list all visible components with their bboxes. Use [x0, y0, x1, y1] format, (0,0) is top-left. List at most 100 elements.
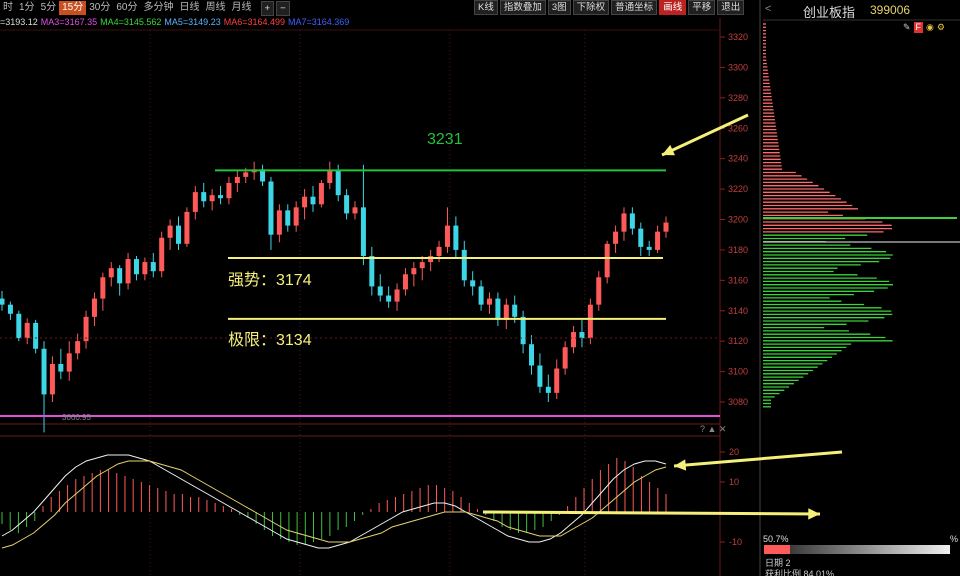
candle-body	[218, 195, 224, 199]
zoom-in-button[interactable]: +	[260, 0, 275, 16]
candle-body	[495, 298, 501, 320]
tf-week[interactable]: 周线	[203, 1, 229, 15]
three-chart-button[interactable]: 3图	[547, 0, 571, 15]
ma3-value: MA3=3167.35	[40, 17, 98, 27]
candle-body	[276, 210, 282, 235]
candle-body	[285, 210, 291, 226]
candle-body	[58, 363, 64, 372]
candle-body	[444, 225, 450, 247]
candle-body	[310, 196, 316, 205]
price-tick-label: 3220	[728, 184, 748, 194]
tf-1min[interactable]: 1分	[16, 1, 38, 15]
candle-body	[133, 259, 139, 275]
pan-button[interactable]: 平移	[688, 0, 716, 15]
price-tick-label: 3300	[728, 62, 748, 72]
tf-multi-min[interactable]: 多分钟	[141, 1, 177, 15]
index-overlay-button[interactable]: 指数叠加	[499, 0, 546, 15]
candle-body	[419, 262, 425, 269]
pencil-icon[interactable]: ✎	[903, 22, 911, 33]
candle-body	[176, 225, 182, 244]
side-panel-header: < 创业板指 399006	[763, 0, 960, 20]
tf-day[interactable]: 日线	[177, 1, 203, 15]
profit-bar	[764, 545, 790, 554]
macd-zero-arrow-head	[808, 508, 820, 520]
macd-help-icon[interactable]: ? ▲ ✕	[700, 424, 726, 434]
price-tick-label: 3320	[728, 32, 748, 42]
candle-body	[201, 192, 207, 202]
candle-body	[142, 262, 148, 275]
low-price-mark: 3060.95	[62, 413, 91, 422]
candle-body	[520, 316, 526, 345]
macd-peak-arrow	[673, 450, 843, 468]
candle-body	[159, 237, 165, 272]
ma6-value: MA6=3164.499	[223, 17, 286, 27]
tf-60min[interactable]: 60分	[113, 1, 140, 15]
price-tick-label: 3120	[728, 336, 748, 346]
candle-body	[344, 195, 350, 214]
kline-button[interactable]: K线	[474, 0, 498, 15]
candle-body	[545, 386, 551, 393]
candle-body	[470, 280, 476, 287]
resistance-label: 3231	[427, 131, 463, 148]
ex-rights-button[interactable]: 下除权	[572, 0, 610, 15]
candle-body	[655, 231, 661, 250]
candle-body	[352, 207, 358, 214]
candle-body	[75, 341, 81, 354]
exit-button[interactable]: 退出	[717, 0, 745, 15]
candle-body	[629, 213, 635, 229]
tf-hour[interactable]: 时	[0, 1, 16, 15]
gear-icon[interactable]: ⚙	[937, 22, 945, 33]
panel-tools: ✎ F ◉ ⚙	[903, 22, 945, 33]
price-tick-label: 3280	[728, 93, 748, 103]
candle-body	[0, 298, 5, 305]
price-tick-label: 3240	[728, 154, 748, 164]
candle-body	[369, 256, 375, 287]
ma4-value: MA4=3145.562	[100, 17, 162, 27]
candle-body	[571, 332, 577, 348]
candle-body	[66, 353, 72, 372]
candle-body	[503, 304, 509, 320]
price-tick-label: 3180	[728, 245, 748, 255]
candle-body	[512, 304, 518, 317]
draw-line-button[interactable]: 画线	[659, 0, 687, 15]
candle-body	[184, 211, 190, 244]
eye-icon[interactable]: ◉	[926, 22, 934, 33]
tf-month[interactable]: 月线	[229, 1, 255, 15]
chart-canvas[interactable]: 3320 3300 3280 3260 3240 3220 3200 3180 3160 3140…	[0, 0, 960, 576]
resistance-arrow	[661, 113, 749, 157]
price-tick-label: 3080	[728, 397, 748, 407]
vertical-grid	[149, 30, 586, 576]
zoom-out-button[interactable]: −	[276, 0, 290, 16]
macd-tick-label: 20	[729, 447, 739, 457]
f-icon[interactable]: F	[913, 22, 924, 33]
collapse-icon[interactable]: <	[765, 3, 771, 15]
candle-body	[562, 347, 568, 369]
tf-5min[interactable]: 5分	[38, 1, 60, 15]
candle-body	[646, 246, 652, 250]
coordinate-button[interactable]: 普通坐标	[611, 0, 658, 15]
candle-body	[24, 322, 30, 339]
candle-body	[604, 243, 610, 278]
ma-close: =3193.12	[0, 17, 38, 27]
tf-30min[interactable]: 30分	[86, 1, 113, 15]
candle-body	[613, 231, 619, 244]
macd-peak-arrow-head	[674, 459, 687, 471]
candle-body	[360, 207, 366, 256]
candle-body	[428, 256, 434, 263]
candle-body	[167, 225, 173, 238]
candle-body	[302, 196, 308, 208]
candle-body	[554, 368, 560, 393]
candle-body	[621, 213, 627, 232]
price-axis: 3320 3300 3280 3260 3240 3220 3200 3180 3160 3140…	[720, 32, 748, 407]
chart-tools-bar: K线 指数叠加 3图 下除权 普通坐标 画线 平移 退出	[472, 0, 745, 15]
candle-body	[192, 192, 198, 212]
profit-percent-left: 50.7%	[763, 534, 789, 544]
candle-body	[293, 207, 299, 226]
macd-dea-line	[1, 460, 667, 549]
strong-level-label: 强势：3174	[228, 272, 312, 289]
price-tick-label: 3100	[728, 367, 748, 377]
candle-body	[243, 172, 249, 177]
tf-15min[interactable]: 15分	[59, 1, 87, 15]
candle-body	[537, 365, 543, 387]
candle-body	[125, 259, 131, 284]
